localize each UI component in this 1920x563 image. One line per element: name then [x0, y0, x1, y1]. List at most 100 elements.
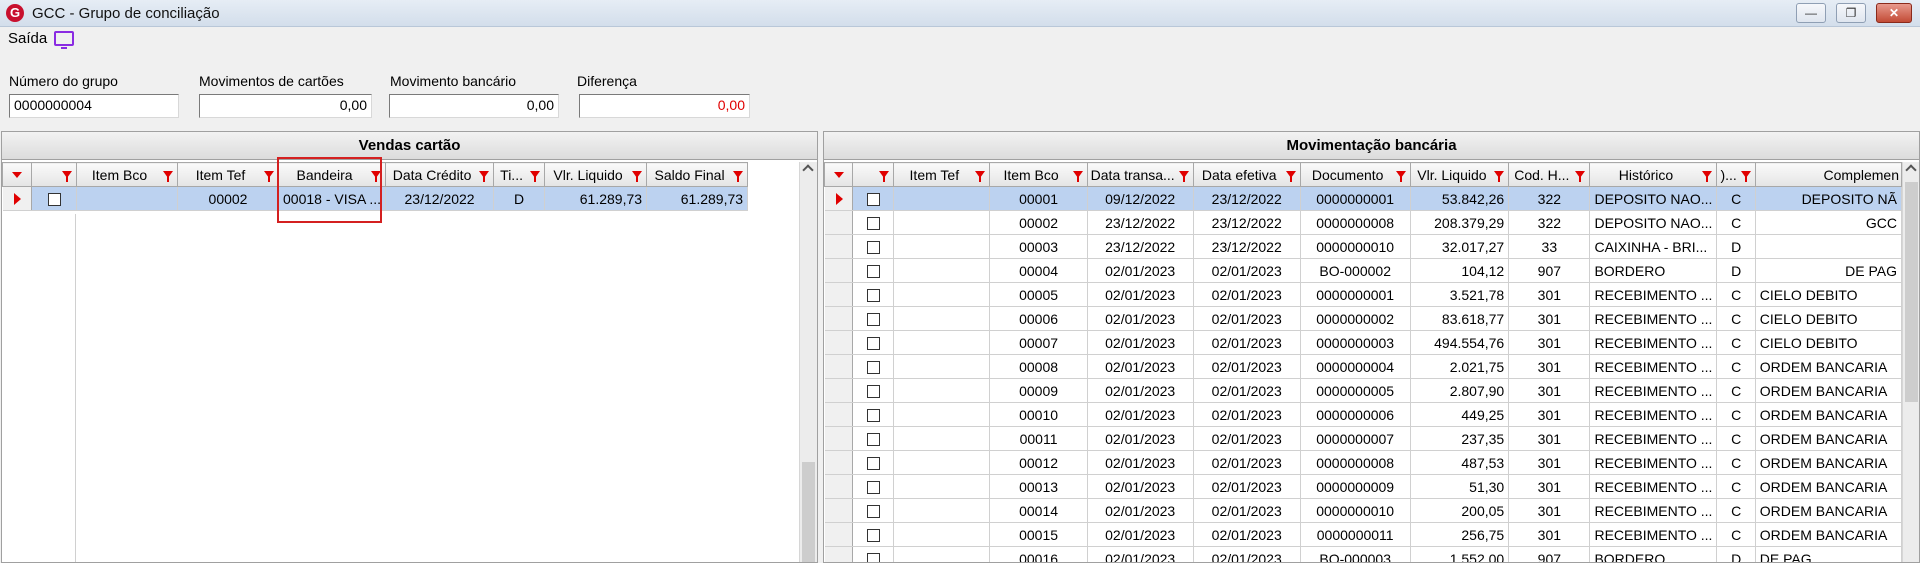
cell-cod-historico[interactable]: 301 [1508, 450, 1591, 475]
table-row[interactable]: 00003 23/12/2022 23/12/2022 0000000010 32.01… [824, 234, 1902, 259]
cell-historico[interactable]: BORDERO [1589, 546, 1718, 562]
cell-complemento[interactable]: CIELO DEBITO [1755, 306, 1902, 331]
cell-documento[interactable]: 0000000001 [1300, 282, 1411, 307]
row-checkbox[interactable] [866, 433, 880, 447]
cell-item-bco[interactable]: 00013 [989, 474, 1088, 499]
cell-cod-historico[interactable]: 301 [1508, 306, 1591, 331]
col-data-efetiva[interactable]: Data efetiva [1192, 162, 1301, 187]
cell-dc[interactable]: C [1716, 354, 1756, 379]
table-row[interactable]: 00009 02/01/2023 02/01/2023 0000000005 2.807… [824, 378, 1902, 403]
row-checkbox[interactable] [866, 385, 880, 399]
cell-vlr-liquido[interactable]: 2.807,90 [1410, 378, 1510, 403]
cell-documento[interactable]: 0000000002 [1300, 306, 1411, 331]
cell-data-credito[interactable]: 23/12/2022 [385, 186, 495, 211]
cell-item-bco[interactable]: 00014 [989, 498, 1088, 523]
row-indicator[interactable] [824, 546, 853, 562]
filter-icon[interactable] [1285, 171, 1296, 182]
row-checkbox-cell[interactable] [852, 330, 895, 355]
table-row[interactable]: 00002 23/12/2022 23/12/2022 0000000008 208.3… [824, 210, 1902, 235]
select-column-header[interactable] [31, 162, 77, 187]
cell-vlr-liquido[interactable]: 494.554,76 [1410, 330, 1510, 355]
cell-vlr-liquido[interactable]: 487,53 [1410, 450, 1510, 475]
cell-data-transacao[interactable]: 02/01/2023 [1087, 474, 1194, 499]
cell-vlr-liquido[interactable]: 32.017,27 [1410, 234, 1510, 259]
cell-item-tef[interactable] [893, 474, 991, 499]
row-checkbox[interactable] [866, 337, 880, 351]
cell-vlr-liquido[interactable]: 61.289,73 [544, 186, 648, 211]
row-indicator[interactable] [824, 354, 853, 379]
cell-item-bco[interactable]: 00003 [989, 234, 1088, 259]
row-checkbox-cell[interactable] [852, 234, 895, 259]
cell-complemento[interactable]: ORDEM BANCARIA [1755, 498, 1902, 523]
cell-data-efetiva[interactable]: 02/01/2023 [1193, 522, 1301, 547]
scroll-up-icon[interactable] [1905, 164, 1917, 176]
cell-data-transacao[interactable]: 02/01/2023 [1087, 522, 1194, 547]
cell-item-tef[interactable] [893, 426, 991, 451]
table-row[interactable]: 00005 02/01/2023 02/01/2023 0000000001 3.521… [824, 282, 1902, 307]
row-checkbox[interactable] [866, 409, 880, 423]
cell-documento[interactable]: 0000000010 [1300, 234, 1411, 259]
cell-item-bco[interactable]: 00006 [989, 306, 1088, 331]
row-checkbox-cell[interactable] [852, 450, 895, 475]
filter-icon[interactable] [975, 171, 986, 182]
cell-item-tef[interactable] [893, 402, 991, 427]
row-indicator[interactable] [824, 450, 853, 475]
cell-data-efetiva[interactable]: 02/01/2023 [1193, 474, 1301, 499]
cell-cod-historico[interactable]: 301 [1508, 402, 1591, 427]
cell-item-tef[interactable] [893, 258, 991, 283]
cell-data-transacao[interactable]: 02/01/2023 [1087, 282, 1194, 307]
cell-data-transacao[interactable]: 02/01/2023 [1087, 546, 1194, 562]
row-checkbox[interactable] [866, 289, 880, 303]
cell-historico[interactable]: RECEBIMENTO ... [1589, 426, 1718, 451]
filter-icon[interactable] [1494, 171, 1505, 182]
close-button[interactable]: ✕ [1876, 3, 1912, 23]
cell-complemento[interactable] [1755, 234, 1902, 259]
cell-item-tef[interactable] [893, 522, 991, 547]
cell-dc[interactable]: D [1716, 546, 1756, 562]
filter-icon[interactable] [371, 171, 382, 182]
cell-complemento[interactable]: CIELO DEBITO [1755, 282, 1902, 307]
row-indicator[interactable] [824, 378, 853, 403]
cell-data-efetiva[interactable]: 02/01/2023 [1193, 402, 1301, 427]
table-row[interactable]: 00008 02/01/2023 02/01/2023 0000000004 2.021… [824, 354, 1902, 379]
cell-complemento[interactable]: CIELO DEBITO [1755, 330, 1902, 355]
cell-documento[interactable]: 0000000006 [1300, 402, 1411, 427]
scroll-thumb[interactable] [1905, 182, 1918, 402]
cell-item-bco[interactable]: 00012 [989, 450, 1088, 475]
minimize-button[interactable]: — [1796, 3, 1826, 23]
row-checkbox-cell[interactable] [852, 426, 895, 451]
cell-cod-historico[interactable]: 907 [1508, 258, 1591, 283]
menu-item-saida[interactable]: Saída [8, 30, 47, 47]
filter-icon[interactable] [62, 171, 72, 182]
row-indicator-header[interactable] [2, 162, 32, 187]
cell-item-bco[interactable]: 00015 [989, 522, 1088, 547]
cell-vlr-liquido[interactable]: 2.021,75 [1410, 354, 1510, 379]
filter-icon[interactable] [163, 171, 173, 182]
cell-data-transacao[interactable]: 02/01/2023 [1087, 306, 1194, 331]
col-documento[interactable]: Documento [1299, 162, 1411, 187]
cell-data-efetiva[interactable]: 02/01/2023 [1193, 498, 1301, 523]
cell-data-efetiva[interactable]: 02/01/2023 [1193, 258, 1301, 283]
cell-documento[interactable]: 0000000011 [1300, 522, 1411, 547]
row-indicator[interactable] [824, 402, 853, 427]
row-checkbox-cell[interactable] [852, 498, 895, 523]
row-checkbox-cell[interactable] [852, 306, 895, 331]
table-row[interactable]: 00010 02/01/2023 02/01/2023 0000000006 449,2… [824, 402, 1902, 427]
col-historico[interactable]: Histórico [1589, 162, 1718, 187]
cell-historico[interactable]: RECEBIMENTO ... [1589, 498, 1718, 523]
cell-data-transacao[interactable]: 02/01/2023 [1087, 402, 1194, 427]
filter-icon[interactable] [733, 171, 744, 182]
cell-vlr-liquido[interactable]: 208.379,29 [1410, 210, 1510, 235]
cell-complemento[interactable]: ORDEM BANCARIA [1755, 426, 1902, 451]
cell-dc[interactable]: C [1716, 306, 1756, 331]
col-vlr-liquido[interactable]: Vlr. Liquido [544, 162, 648, 187]
filter-icon[interactable] [1740, 171, 1751, 182]
cell-data-transacao[interactable]: 02/01/2023 [1087, 354, 1194, 379]
cell-dc[interactable]: C [1716, 378, 1756, 403]
cell-historico[interactable]: RECEBIMENTO ... [1589, 306, 1718, 331]
cell-historico[interactable]: RECEBIMENTO ... [1589, 402, 1718, 427]
cell-vlr-liquido[interactable]: 1.552,00 [1410, 546, 1510, 562]
cell-item-bco[interactable]: 00002 [989, 210, 1088, 235]
col-complemento[interactable]: Complemen [1754, 162, 1902, 187]
cell-documento[interactable]: 0000000007 [1300, 426, 1411, 451]
